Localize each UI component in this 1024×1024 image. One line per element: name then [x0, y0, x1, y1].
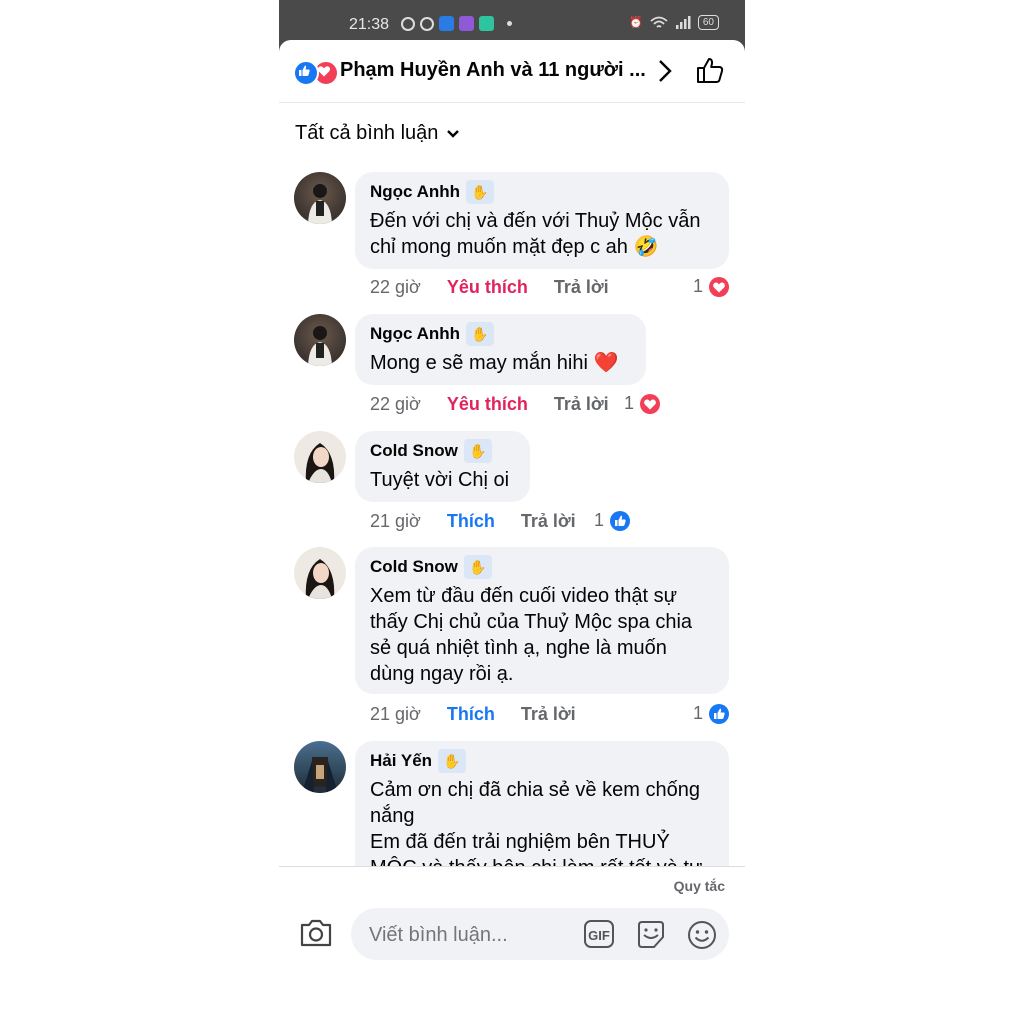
rules-link[interactable]: Quy tắc: [674, 878, 725, 894]
comment-author[interactable]: Cold Snow: [370, 556, 458, 578]
reactions-header[interactable]: Phạm Huyền Anh và 11 người ...: [279, 40, 745, 103]
chevron-right-icon[interactable]: [653, 58, 677, 84]
comment-filter-dropdown[interactable]: Tất cả bình luận: [295, 122, 460, 145]
wave-badge-icon: ✋: [466, 322, 495, 346]
comment-actions: 21 giờ Thích Trả lời: [370, 704, 576, 725]
comment-item: Hải Yến ✋ Cảm ơn chị đã chia sẻ về kem ch…: [279, 741, 745, 866]
comment-text: Mong e sẽ may mắn hihi ❤️: [370, 352, 619, 374]
comment-time: 22 giờ: [370, 277, 421, 297]
comment-bubble[interactable]: Cold Snow ✋ Xem từ đầu đến cuối video thậ…: [355, 547, 729, 694]
comment-author[interactable]: Ngọc Anhh: [370, 181, 460, 203]
comment-time: 21 giờ: [370, 704, 421, 724]
wave-badge-icon: ✋: [463, 555, 492, 579]
comment-author[interactable]: Ngọc Anhh: [370, 323, 460, 345]
like-button[interactable]: Thích: [447, 704, 495, 725]
maps-icon: [420, 16, 434, 31]
avatar[interactable]: [294, 741, 346, 793]
reaction-count[interactable]: 1: [624, 393, 661, 414]
reply-button[interactable]: Trả lời: [554, 277, 609, 298]
comment-text: Xem từ đầu đến cuối video thật sự thấy C…: [370, 585, 693, 685]
gif-icon[interactable]: GIF: [583, 919, 615, 949]
avatar[interactable]: [294, 314, 346, 366]
svg-text:GIF: GIF: [588, 928, 610, 943]
like-reaction-icon: [293, 60, 319, 86]
comment-time: 22 giờ: [370, 394, 421, 414]
comment-actions: 21 giờ Thích Trả lời: [370, 511, 576, 532]
comment-bubble[interactable]: Ngọc Anhh ✋ Đến với chị và đến với Thuỷ M…: [355, 172, 729, 269]
comment-text: Đến với chị và đến với Thuỷ Mộc vẫn chỉ …: [370, 210, 701, 258]
app-icon: [479, 16, 494, 31]
messenger-icon: [401, 16, 415, 31]
app-icon: [459, 16, 474, 31]
composer-divider: [279, 866, 745, 867]
react-button[interactable]: Yêu thích: [447, 394, 528, 415]
reaction-count-value: 1: [693, 276, 704, 296]
signal-icon: [675, 16, 691, 29]
comment-bubble[interactable]: Hải Yến ✋ Cảm ơn chị đã chia sẻ về kem ch…: [355, 741, 729, 866]
system-icons: ⏰ 60: [629, 15, 719, 30]
reply-button[interactable]: Trả lời: [521, 511, 576, 532]
sticker-icon[interactable]: [635, 919, 667, 951]
phone-screen: 21:38 ⏰ 60 Phạm Huyền Anh và 11 người ..…: [279, 0, 745, 1024]
like-reaction-icon: [610, 510, 631, 531]
comment-input[interactable]: [367, 918, 571, 952]
comment-text: Tuyệt vời Chị oi: [370, 469, 510, 491]
avatar[interactable]: [294, 547, 346, 599]
comment-author[interactable]: Cold Snow: [370, 440, 458, 462]
like-reaction-icon: [709, 703, 730, 724]
wave-badge-icon: ✋: [438, 749, 467, 773]
avatar[interactable]: [294, 172, 346, 224]
filter-label: Tất cả bình luận: [295, 122, 439, 144]
comment-bubble[interactable]: Cold Snow ✋ Tuyệt vời Chị oi: [355, 431, 530, 502]
like-button[interactable]: [695, 56, 725, 86]
battery-indicator: 60: [697, 15, 719, 30]
reaction-count-value: 1: [624, 393, 635, 413]
reaction-count[interactable]: 1: [693, 703, 730, 724]
comment-composer[interactable]: GIF: [351, 908, 729, 960]
comments-sheet: Phạm Huyền Anh và 11 người ... Tất cả bì…: [279, 40, 745, 1024]
reply-button[interactable]: Trả lời: [521, 704, 576, 725]
comment-actions: 22 giờ Yêu thích Trả lời: [370, 277, 609, 298]
reaction-count-value: 1: [693, 703, 704, 723]
wave-badge-icon: ✋: [466, 180, 495, 204]
wave-badge-icon: ✋: [463, 439, 492, 463]
love-reaction-icon: [709, 276, 730, 297]
app-icon: [439, 16, 454, 31]
comment-time: 21 giờ: [370, 511, 421, 531]
more-notifications-icon: [507, 21, 512, 26]
react-button[interactable]: Yêu thích: [447, 277, 528, 298]
like-button[interactable]: Thích: [447, 511, 495, 532]
comment-bubble[interactable]: Ngọc Anhh ✋ Mong e sẽ may mắn hihi ❤️: [355, 314, 646, 385]
avatar[interactable]: [294, 431, 346, 483]
reply-button[interactable]: Trả lời: [554, 394, 609, 415]
status-time: 21:38: [349, 16, 390, 33]
alarm-icon: ⏰: [629, 17, 643, 29]
reaction-count[interactable]: 1: [594, 510, 631, 531]
chevron-down-icon: [447, 129, 460, 138]
comment-author[interactable]: Hải Yến: [370, 750, 432, 772]
system-nav-bar: [279, 1015, 745, 1024]
reaction-count-value: 1: [594, 510, 605, 530]
camera-icon[interactable]: [299, 917, 333, 949]
reactions-summary: Phạm Huyền Anh và 11 người ...: [340, 59, 646, 81]
emoji-icon[interactable]: [686, 919, 718, 951]
notification-icons: [401, 16, 512, 31]
comment-text: Cảm ơn chị đã chia sẻ về kem chống nắng …: [370, 779, 702, 866]
reaction-count[interactable]: 1: [693, 276, 730, 297]
love-reaction-icon: [640, 393, 661, 414]
wifi-icon: [650, 16, 668, 28]
comment-actions: 22 giờ Yêu thích Trả lời: [370, 394, 609, 415]
